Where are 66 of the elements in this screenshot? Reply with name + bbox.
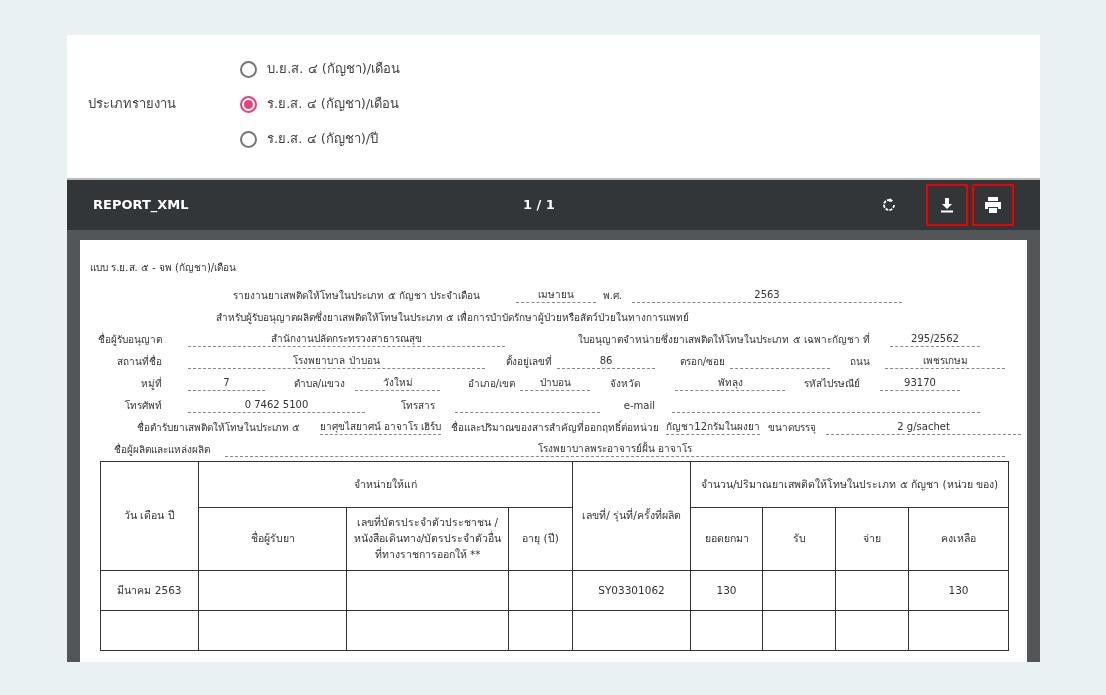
radio-label[interactable]: บ.ย.ส. ๔ (กัญชา)/เดือน	[267, 59, 401, 79]
field-label: ตำบล/แขวง	[292, 377, 345, 391]
field-value: 2 g/sachet	[826, 419, 1022, 435]
field-label: อำเภอ/เขต	[466, 377, 515, 391]
table-cell: SY03301062	[572, 570, 691, 611]
field-label: e-mail	[622, 399, 655, 413]
column-header: ยอดยกมา	[690, 507, 763, 571]
column-header: เลขที่/ รุ่นที่/ครั้งที่ผลิต	[572, 461, 691, 571]
column-header: จำนวน/ปริมาณยาเสพติดให้โทษในประเภท ๕ กัญชา (หน่วย ของ)	[690, 461, 1009, 508]
field-value: เพชรเกษม	[885, 353, 1005, 369]
radio-label[interactable]: ร.ย.ส. ๔ (กัญชา)/ปี	[267, 129, 379, 149]
field-value: พัทลุง	[675, 375, 785, 391]
field-label: ตรอก/ซอย	[678, 355, 725, 369]
form-code: แบบ ร.ย.ส. ๕ - จพ (กัญชา)/เดือน	[90, 261, 237, 275]
field-label: ชื่อและปริมาณของสารสำคัญที่ออกฤทธิ์ต่อหน่วย	[451, 420, 660, 435]
field-value: 86	[557, 353, 655, 369]
field-value: 2563	[632, 287, 902, 303]
field-label: รายงานยาเสพติดให้โทษในประเภท ๕ กัญชา ประจำเดือน	[232, 289, 480, 303]
field-value: 7	[188, 375, 265, 391]
field-label: ชื่อผู้รับอนุญาต	[97, 332, 162, 347]
field-label: ตั้งอยู่เลขที่	[505, 354, 552, 369]
radio-button[interactable]	[240, 60, 257, 78]
print-icon	[984, 197, 1002, 213]
table-cell: 130	[908, 570, 1009, 611]
field-label: ประเภทรายงาน	[88, 95, 177, 114]
field-label: หมู่ที่	[140, 376, 162, 391]
field-label: ชื่อผู้ผลิตและแหล่งผลิต	[113, 442, 210, 457]
field-value: โรงพยาบาล ป่าบอน	[188, 353, 485, 369]
table-cell: มีนาคม 2563	[100, 570, 199, 611]
field-value: โรงพยาบาลพระอาจารย์ฝั้น อาจาโร	[225, 441, 1005, 457]
column-header: ชื่อผู้รับยา	[198, 507, 347, 571]
field-value: สำนักงานปลัดกระทรวงสาธารณสุข	[188, 331, 505, 347]
column-header: จ่าย	[835, 507, 909, 571]
column-header: จำหน่ายให้แก่	[198, 461, 573, 508]
field-value: 93170	[880, 375, 960, 391]
viewer-title: REPORT_XML	[93, 196, 190, 215]
column-header: วัน เดือน ปี	[100, 461, 199, 571]
field-label: จังหวัด	[609, 377, 640, 391]
field-value: 0 7462 5100	[188, 397, 365, 413]
radio-label[interactable]: ร.ย.ส. ๔ (กัญชา)/เดือน	[267, 94, 400, 114]
radio-button[interactable]	[240, 95, 257, 113]
column-header: คงเหลือ	[908, 507, 1009, 571]
field-label: ใบอนุญาตจำหน่ายซึ่งยาเสพติดให้โทษในประเภท ๕ เฉพาะกัญชา ที่	[577, 332, 870, 347]
field-label: ถนน	[849, 355, 870, 369]
radio-button[interactable]	[240, 130, 257, 148]
column-header: เลขที่บัตรประจำตัวประชาชน /หนังสือเดินทาง/บัตรประจำตัวอื่น ที่ทางราชการออกให้ **	[346, 507, 509, 571]
field-label: ขนาดบรรจุ	[768, 421, 817, 435]
print-button[interactable]	[972, 184, 1014, 226]
field-label: โทรศัพท์	[124, 399, 162, 413]
field-value: 295/2562	[890, 331, 980, 347]
field-label: รหัสไปรษณีย์	[803, 377, 860, 391]
download-icon	[940, 197, 954, 213]
field-label: พ.ศ.	[601, 289, 622, 303]
field-value: ป่าบอน	[520, 375, 590, 391]
field-label: โทรสาร	[400, 399, 435, 413]
table-cell: 130	[690, 570, 763, 611]
field-value: ยาศุขไสยาศน์ อาจาโร เฮิร์บ	[320, 419, 442, 435]
field-label: ชื่อตำรับยาเสพติดให้โทษในประเภท ๕	[135, 420, 300, 435]
download-button[interactable]	[926, 184, 968, 226]
page-indicator: 1 / 1	[523, 196, 556, 215]
column-header: รับ	[762, 507, 836, 571]
field-value: วังใหม่	[355, 375, 440, 391]
field-label: สถานที่ชื่อ	[116, 354, 162, 369]
field-value: กัญชา12กรัมในผงยา	[666, 419, 761, 435]
field-value: เมษายน	[516, 287, 596, 303]
field-label: สำหรับผู้รับอนุญาตผลิตซึ่งยาเสพติดให้โทษในประเภท ๕ เพื่อการบำบัดรักษาผู้ป่วยหรือสัตว์ป่วยในทางการแพทย์	[216, 310, 691, 325]
